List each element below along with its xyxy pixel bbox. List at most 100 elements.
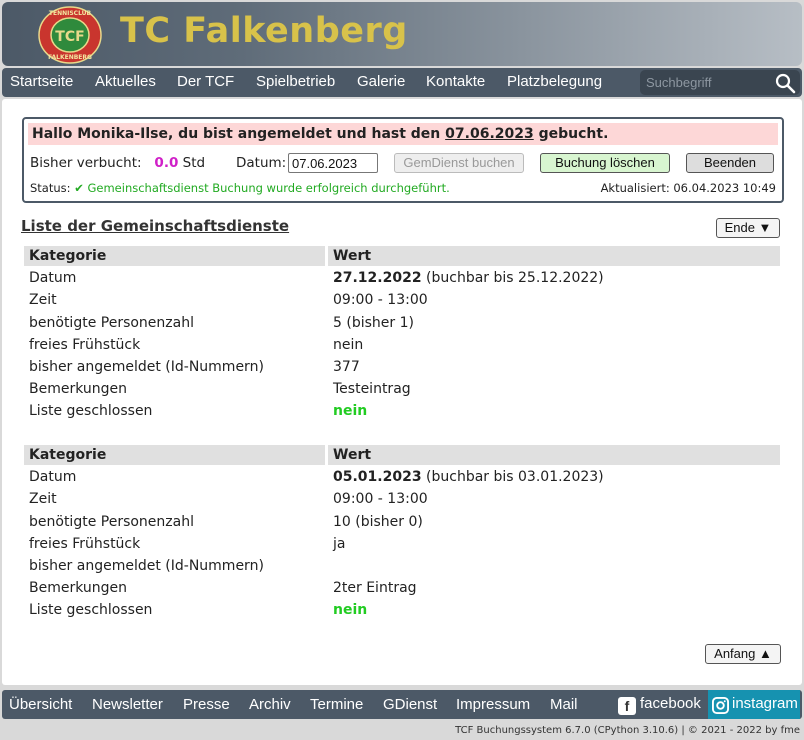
- booked-label: Bisher verbucht:: [30, 155, 142, 171]
- site-header: TCF TENNISCLUB FALKENBERG TC Falkenberg: [2, 2, 802, 66]
- club-logo[interactable]: TCF TENNISCLUB FALKENBERG: [38, 6, 102, 64]
- logo-text-bottom: FALKENBERG: [48, 54, 92, 61]
- footer-link-termine[interactable]: Termine: [310, 696, 363, 713]
- row-key: Zeit: [29, 292, 57, 309]
- table-row: benötigte Personenzahl 5 (bisher 1): [24, 313, 780, 335]
- table-row: Bemerkungen Testeintrag: [24, 379, 780, 401]
- search-input[interactable]: [646, 73, 770, 92]
- last-updated: Aktualisiert: 06.04.2023 10:49: [600, 181, 776, 195]
- row-value-closed: nein: [333, 602, 368, 619]
- row-key: Bemerkungen: [29, 381, 128, 398]
- search-icon[interactable]: [774, 72, 796, 94]
- jump-to-end-button[interactable]: Ende ▼: [716, 218, 780, 238]
- facebook-icon: f: [618, 697, 636, 715]
- header-value: Wert: [328, 246, 780, 266]
- table-row: Liste geschlossen nein: [24, 401, 780, 423]
- book-community-service-button[interactable]: GemDienst buchen: [394, 153, 524, 173]
- service-table-2: Kategorie Wert Datum 05.01.2023 (buchbar…: [24, 445, 780, 623]
- bookable-until: (buchbar bis 03.01.2023): [426, 469, 604, 486]
- nav-item-startseite[interactable]: Startseite: [10, 73, 73, 90]
- logo-text-top: TENNISCLUB: [49, 10, 92, 17]
- instagram-label: instagram: [732, 695, 798, 712]
- table-header-row: Kategorie Wert: [24, 246, 780, 268]
- row-key: benötigte Personenzahl: [29, 513, 194, 530]
- main-content: Hallo Monika-Ilse, du bist angemeldet un…: [2, 99, 802, 685]
- end-session-button[interactable]: Beenden: [686, 153, 774, 173]
- delete-booking-button[interactable]: Buchung löschen: [540, 153, 670, 173]
- row-value-persons: 10 (bisher 0): [333, 513, 423, 530]
- nav-item-aktuelles[interactable]: Aktuelles: [95, 73, 156, 90]
- nav-item-der-tcf[interactable]: Der TCF: [177, 73, 234, 90]
- booked-hours-unit: Std: [182, 155, 206, 171]
- row-key: Bemerkungen: [29, 580, 128, 597]
- table-row: Zeit 09:00 - 13:00: [24, 290, 780, 312]
- list-title: Liste der Gemeinschaftsdienste: [21, 217, 290, 235]
- footer-link-gdienst[interactable]: GDienst: [383, 696, 437, 713]
- row-value-date: 05.01.2023 (buchbar bis 03.01.2023): [333, 469, 604, 485]
- table-row: bisher angemeldet (Id-Nummern) 377: [24, 357, 780, 379]
- table-row: Liste geschlossen nein: [24, 600, 780, 622]
- service-date: 27.12.2022: [333, 270, 422, 287]
- status-label: Status:: [30, 181, 71, 195]
- row-value-breakfast: nein: [333, 336, 364, 353]
- date-input[interactable]: [288, 153, 378, 173]
- row-value-time: 09:00 - 13:00: [333, 491, 428, 508]
- row-value-remarks: 2ter Eintrag: [333, 580, 417, 597]
- footer-link-newsletter[interactable]: Newsletter: [92, 696, 163, 713]
- nav-item-kontakte[interactable]: Kontakte: [426, 73, 485, 90]
- table-row: Zeit 09:00 - 13:00: [24, 489, 780, 511]
- row-value-time: 09:00 - 13:00: [333, 292, 428, 309]
- greeting-text-pre: Hallo Monika-Ilse, du bist angemeldet un…: [32, 126, 446, 142]
- table-row: freies Frühstück ja: [24, 534, 780, 556]
- table-row: Datum 05.01.2023 (buchbar bis 03.01.2023…: [24, 467, 780, 489]
- service-date: 05.01.2023: [333, 469, 422, 486]
- row-value-persons: 5 (bisher 1): [333, 314, 414, 331]
- row-value-remarks: Testeintrag: [333, 381, 411, 398]
- bookable-until: (buchbar bis 25.12.2022): [426, 270, 604, 287]
- jump-to-start-button[interactable]: Anfang ▲: [705, 644, 781, 664]
- row-key: freies Frühstück: [29, 336, 141, 353]
- header-category: Kategorie: [24, 246, 325, 266]
- footer-link-uebersicht[interactable]: Übersicht: [9, 696, 72, 713]
- greeting-booked-date: 07.06.2023: [445, 126, 534, 142]
- logo-initials: TCF: [55, 29, 84, 45]
- site-title[interactable]: TC Falkenberg: [120, 11, 408, 51]
- search-box: [640, 70, 800, 95]
- row-value-date: 27.12.2022 (buchbar bis 25.12.2022): [333, 270, 604, 286]
- table-row: freies Frühstück nein: [24, 335, 780, 357]
- booked-hours-line: Bisher verbucht: 0.0 Std: [30, 155, 205, 171]
- row-key: bisher angemeldet (Id-Nummern): [29, 557, 264, 574]
- row-value-closed: nein: [333, 403, 368, 420]
- footer-link-mail[interactable]: Mail: [550, 696, 578, 713]
- main-nav: Startseite Aktuelles Der TCF Spielbetrie…: [2, 68, 802, 97]
- table-row: benötigte Personenzahl 10 (bisher 0): [24, 512, 780, 534]
- status-line: Status: ✔ Gemeinschaftsdienst Buchung wu…: [30, 181, 450, 195]
- instagram-link[interactable]: instagram: [708, 690, 800, 719]
- nav-item-spielbetrieb[interactable]: Spielbetrieb: [256, 73, 335, 90]
- facebook-label: facebook: [640, 695, 701, 712]
- greeting-text-post: gebucht.: [533, 126, 609, 142]
- row-key: Liste geschlossen: [29, 403, 153, 420]
- copyright-text: TCF Buchungssystem 6.7.0 (CPython 3.10.6…: [455, 725, 800, 736]
- row-key: Liste geschlossen: [29, 602, 153, 619]
- row-key: Datum: [29, 469, 77, 486]
- row-value-registered: 377: [333, 358, 360, 375]
- booked-hours-value: 0.0: [154, 155, 179, 171]
- footer-link-impressum[interactable]: Impressum: [456, 696, 530, 713]
- nav-item-platzbelegung[interactable]: Platzbelegung: [507, 73, 602, 90]
- table-row: bisher angemeldet (Id-Nummern): [24, 556, 780, 578]
- table-header-row: Kategorie Wert: [24, 445, 780, 467]
- footer-link-archiv[interactable]: Archiv: [249, 696, 291, 713]
- row-key: benötigte Personenzahl: [29, 314, 194, 331]
- nav-item-galerie[interactable]: Galerie: [357, 73, 405, 90]
- header-value: Wert: [328, 445, 780, 465]
- service-table-1: Kategorie Wert Datum 27.12.2022 (buchbar…: [24, 246, 780, 424]
- row-key: freies Frühstück: [29, 535, 141, 552]
- greeting-banner: Hallo Monika-Ilse, du bist angemeldet un…: [28, 123, 778, 145]
- status-message: ✔ Gemeinschaftsdienst Buchung wurde erfo…: [74, 181, 450, 195]
- header-category: Kategorie: [24, 445, 325, 465]
- footer-link-presse[interactable]: Presse: [183, 696, 230, 713]
- site-footer: Übersicht Newsletter Presse Archiv Termi…: [2, 690, 802, 719]
- table-row: Datum 27.12.2022 (buchbar bis 25.12.2022…: [24, 268, 780, 290]
- row-key: Zeit: [29, 491, 57, 508]
